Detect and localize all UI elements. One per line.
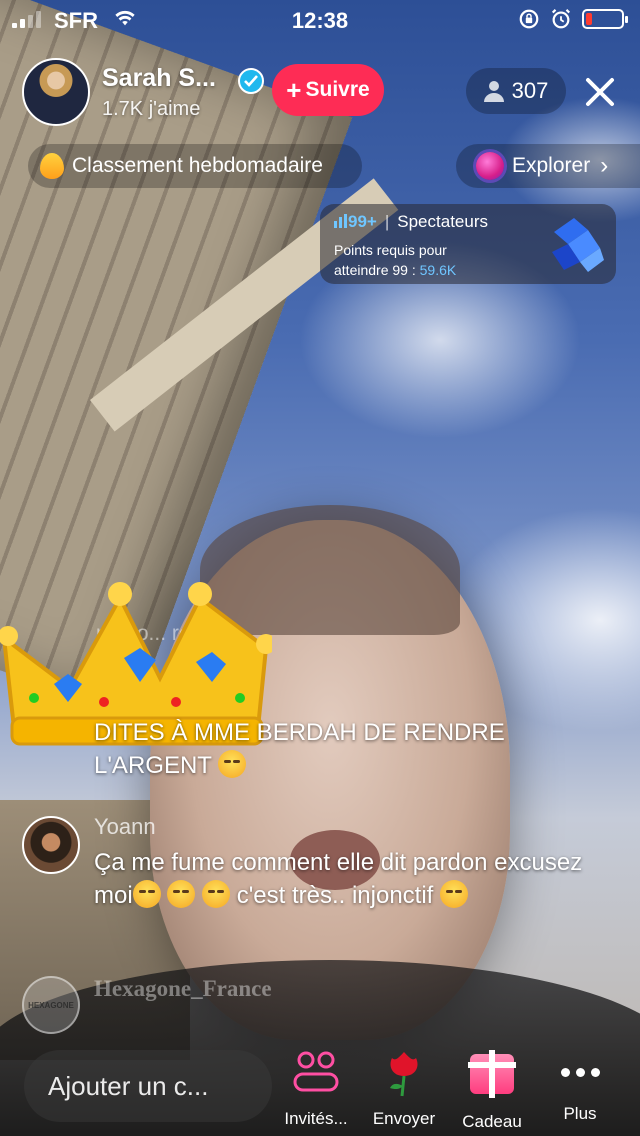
more-label: Plus [563, 1104, 597, 1123]
send-rose-button[interactable]: Envoyer [362, 1046, 446, 1129]
faded-user-avatar[interactable]: HEXAGONE [22, 976, 80, 1034]
explore-button[interactable]: Explorer › [456, 144, 640, 188]
viewer-count: 307 [511, 78, 549, 103]
gift-button[interactable]: Cadeau [450, 1046, 534, 1132]
user-avatar[interactable] [22, 816, 80, 874]
chevron-right-icon: › [600, 152, 609, 179]
points-prefix: atteindre 99 : [334, 262, 416, 278]
rank-value: 99+ [348, 212, 377, 231]
flame-icon [40, 153, 64, 179]
follow-button[interactable]: + Suivre [272, 64, 384, 116]
rose-icon [390, 1052, 418, 1097]
laughing-cat-emoji-icon [132, 880, 161, 908]
plus-icon: + [286, 75, 302, 105]
host-avatar[interactable] [22, 58, 90, 126]
laughing-cat-emoji-icon [202, 880, 231, 908]
invite-label: Invités... [284, 1109, 348, 1128]
battery-icon [582, 9, 628, 29]
verified-badge-icon [238, 68, 264, 94]
message-text: DITES À MME BERDAH DE RENDRE L'ARGENT [94, 719, 505, 779]
rank-badge: 99+ [334, 212, 377, 232]
host-likes: 1.7K j'aime [102, 98, 201, 120]
ranking-label: Classement hebdomadaire [72, 154, 323, 177]
message-text-after: c'est très.. injonctif [236, 882, 434, 909]
comment-input[interactable]: Ajouter un c... [24, 1050, 272, 1122]
close-icon[interactable] [578, 70, 622, 114]
crystal-gem-icon [552, 218, 604, 272]
separator: | [384, 212, 390, 231]
follow-label: Suivre [305, 78, 370, 101]
planet-icon [476, 152, 504, 180]
clock: 12:38 [291, 8, 349, 33]
more-icon [554, 1046, 606, 1077]
viewer-count-button[interactable]: 307 [466, 68, 566, 114]
comment-placeholder: Ajouter un c... [48, 1070, 209, 1101]
spectators-title: Spectateurs [397, 212, 488, 231]
chat-username[interactable]: Yoann [94, 814, 156, 840]
faded-username[interactable]: Hexagone_France [94, 976, 272, 1002]
alarm-icon [551, 9, 571, 29]
points-line-1: Points requis pour [334, 242, 447, 258]
bars-icon [334, 214, 347, 228]
gift-icon [468, 1050, 516, 1098]
invite-guests-button[interactable]: Invités... [274, 1046, 358, 1129]
points-value: 59.6K [419, 262, 457, 278]
weekly-ranking-button[interactable]: Classement hebdomadaire [28, 144, 362, 188]
more-button[interactable]: Plus [538, 1046, 622, 1124]
laughing-cat-emoji-icon [440, 880, 469, 908]
laughing-cat-emoji-icon [167, 880, 196, 908]
points-line-2: atteindre 99 : 59.6K [334, 262, 456, 278]
people-icon [293, 1051, 339, 1092]
chat-message: DITES À MME BERDAH DE RENDRE L'ARGENT [94, 716, 594, 782]
host-name: Sarah S... [102, 64, 216, 92]
rotation-lock-icon [519, 9, 539, 29]
laughing-emoji-icon [218, 750, 247, 778]
gift-label: Cadeau [462, 1112, 522, 1131]
chat-message: Ça me fume comment elle dit pardon excus… [94, 846, 614, 912]
status-bar: SFR 12:38 [0, 0, 640, 40]
explore-label: Explorer [512, 154, 591, 177]
send-label: Envoyer [372, 1109, 436, 1128]
battery-level [586, 13, 592, 25]
person-icon [483, 81, 504, 102]
